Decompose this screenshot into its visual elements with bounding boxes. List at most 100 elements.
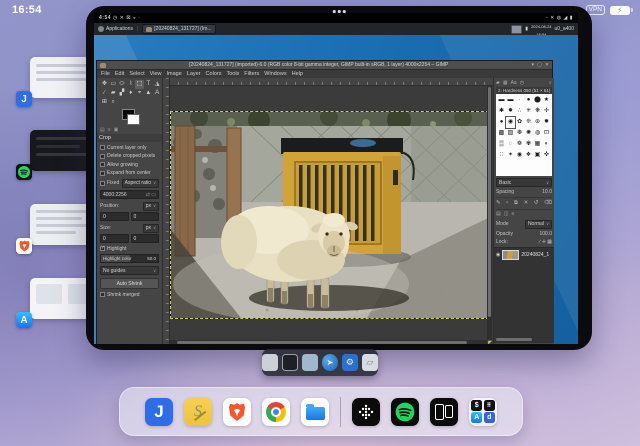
- toolbox-grid-item-12[interactable]: ▲: [144, 89, 153, 98]
- toolbox-grid-item-3[interactable]: ⌇: [126, 80, 135, 89]
- auto-shrink-button[interactable]: Auto Shrink: [100, 278, 159, 289]
- color-swatches[interactable]: [120, 109, 140, 125]
- tab-history[interactable]: ◷: [520, 80, 524, 86]
- tab-brushes[interactable]: ▰: [496, 80, 500, 86]
- toolbox-grid-item-0[interactable]: ✥: [100, 80, 109, 89]
- brush-grid-item-7[interactable]: ✸: [506, 106, 515, 117]
- menu-windows[interactable]: Windows: [264, 71, 286, 77]
- toolbox-grid-item-2[interactable]: ⬭: [118, 80, 127, 89]
- brush-grid-item-33[interactable]: ❖: [524, 150, 533, 161]
- position-unit-dropdown[interactable]: px∨: [143, 202, 159, 211]
- toolbox-grid-item-10[interactable]: ♦: [126, 89, 135, 98]
- tool-options-tabs-item-2[interactable]: ▣: [114, 127, 119, 133]
- screen-icon[interactable]: [302, 354, 318, 371]
- brush-action-buttons-item-2[interactable]: ⧉: [514, 200, 518, 207]
- checkbox-allow-growing[interactable]: Allow growing: [100, 162, 159, 168]
- canvas-image-sheep-photo[interactable]: [171, 112, 488, 318]
- gimp-titlebar[interactable]: [20240824_131727] (imported)-6.0 (RGB co…: [97, 61, 552, 70]
- toolbox-grid-item-8[interactable]: ▰: [109, 89, 118, 98]
- brush-action-buttons-item-0[interactable]: ✎: [496, 200, 501, 207]
- brush-grid-item-26[interactable]: ❁: [515, 139, 524, 150]
- checkbox-current-layer-only[interactable]: Current layer only: [100, 145, 159, 151]
- shade-button[interactable]: ▾: [532, 62, 535, 68]
- brush-grid-item-24[interactable]: ▒: [497, 139, 506, 150]
- dock-j-app[interactable]: J: [145, 398, 173, 426]
- brush-grid-item-17[interactable]: ✹: [542, 117, 551, 128]
- keyboard-tray-icon[interactable]: [511, 25, 522, 34]
- checkbox-fixed[interactable]: [100, 181, 105, 186]
- checkbox-highlight[interactable]: ✓Highlight: [100, 246, 159, 252]
- dock-dots-grid-app[interactable]: [352, 398, 380, 426]
- brush-grid-item-27[interactable]: ✾: [524, 139, 533, 150]
- brush-preset-dropdown[interactable]: Basic∨: [496, 178, 552, 187]
- brush-grid-item-1[interactable]: ▬: [506, 95, 515, 106]
- toolbox-grid-item-5[interactable]: T: [144, 80, 153, 89]
- brush-grid-item-23[interactable]: ⊡: [542, 128, 551, 139]
- brush-grid-item-5[interactable]: ★: [542, 95, 551, 106]
- brush-grid-item-34[interactable]: ▣: [533, 150, 542, 161]
- aspect-ratio-input[interactable]: 4000:2256⇄ ▭: [100, 190, 159, 199]
- checkbox-delete-cropped-pixels[interactable]: Delete cropped pixels: [100, 153, 159, 159]
- display-icon[interactable]: [262, 354, 278, 371]
- toolbox-grid-item-15[interactable]: ⌕: [109, 98, 118, 107]
- toolbox-grid-item-6[interactable]: ◮: [153, 80, 162, 89]
- lock-icons[interactable]: ∕ ✛ ▦: [539, 239, 552, 245]
- size-x-input[interactable]: 0: [100, 234, 129, 243]
- dock-apps-folder[interactable]: $ ⠿ A d: [469, 398, 497, 426]
- settings-gear-icon[interactable]: ⚙: [342, 354, 358, 371]
- gimp-canvas-area[interactable]: ◤: [163, 78, 493, 344]
- highlight-opacity-slider[interactable]: Highlight color50.0: [100, 254, 159, 263]
- brush-grid-item-31[interactable]: ✶: [506, 150, 515, 161]
- size-y-input[interactable]: 0: [131, 234, 160, 243]
- menu-view[interactable]: View: [150, 71, 162, 77]
- dock-spotify[interactable]: [391, 398, 419, 426]
- brush-action-buttons-item-1[interactable]: ▫: [506, 200, 508, 207]
- dock-devices-app[interactable]: [430, 398, 458, 426]
- checkbox-expand-from-center[interactable]: Expand from center: [100, 170, 159, 176]
- brush-grid-item-14[interactable]: ✿: [515, 117, 524, 128]
- layer-opacity-row[interactable]: Opacity100.0: [496, 231, 552, 237]
- layers-dock-tabs-item-0[interactable]: ▤: [496, 211, 501, 217]
- menu-colors[interactable]: Colors: [206, 71, 222, 77]
- tab-fonts[interactable]: Aa: [511, 80, 517, 86]
- tool-options-tabs-item-1[interactable]: ≡: [108, 127, 111, 133]
- close-button[interactable]: ✕: [545, 62, 549, 68]
- taskbar-window-button[interactable]: [20240824_131727] (Im...: [142, 24, 215, 34]
- layer-mode-dropdown[interactable]: Normal∨: [525, 220, 552, 229]
- visibility-eye-icon[interactable]: ◉: [496, 252, 500, 258]
- maximize-button[interactable]: ▢: [537, 62, 542, 68]
- menu-edit[interactable]: Edit: [115, 71, 124, 77]
- brush-action-buttons-item-5[interactable]: ⌫: [544, 200, 552, 207]
- brush-action-buttons-item-4[interactable]: ↺: [534, 200, 539, 207]
- toolbox-grid-item-14[interactable]: ⊞: [100, 98, 109, 107]
- menu-image[interactable]: Image: [166, 71, 181, 77]
- horizontal-scrollbar[interactable]: [169, 340, 487, 344]
- brush-grid-item-3[interactable]: ●: [524, 95, 533, 106]
- brush-grid-item-30[interactable]: ∷: [497, 150, 506, 161]
- dollar-app-icon[interactable]: $: [471, 400, 482, 411]
- dock-files[interactable]: [301, 398, 329, 426]
- brush-grid-item-15[interactable]: ❊: [524, 117, 533, 128]
- brush-grid-item-18[interactable]: ▩: [497, 128, 506, 139]
- brush-grid-item-25[interactable]: ◌: [506, 139, 515, 150]
- toolbox-grid-item-9[interactable]: ▞: [118, 89, 127, 98]
- brush-grid-item-4[interactable]: ⬤: [533, 95, 542, 106]
- menu-select[interactable]: Select: [129, 71, 144, 77]
- folder-icon[interactable]: ▱: [362, 354, 378, 371]
- keypad-app-icon[interactable]: ⠿: [484, 400, 495, 411]
- menu-help[interactable]: Help: [292, 71, 303, 77]
- brush-grid-item-8[interactable]: ∴: [515, 106, 524, 117]
- folder-app-store-icon[interactable]: A: [471, 412, 482, 423]
- brush-grid-item-6[interactable]: ✱: [497, 106, 506, 117]
- vertical-scrollbar[interactable]: [487, 85, 492, 340]
- d-app-icon[interactable]: d: [484, 412, 495, 423]
- menu-file[interactable]: File: [101, 71, 110, 77]
- background-color[interactable]: [127, 114, 140, 125]
- tab-menu-chevron[interactable]: ∨: [548, 80, 552, 86]
- dock-chrome[interactable]: [262, 398, 290, 426]
- toolbox-grid-item-4[interactable]: ⬚: [135, 80, 144, 89]
- position-y-input[interactable]: 0: [131, 212, 160, 221]
- brush-grid-item-21[interactable]: ✺: [524, 128, 533, 139]
- brush-grid-item-20[interactable]: ❆: [515, 128, 524, 139]
- guides-dropdown[interactable]: No guides∨: [100, 266, 159, 275]
